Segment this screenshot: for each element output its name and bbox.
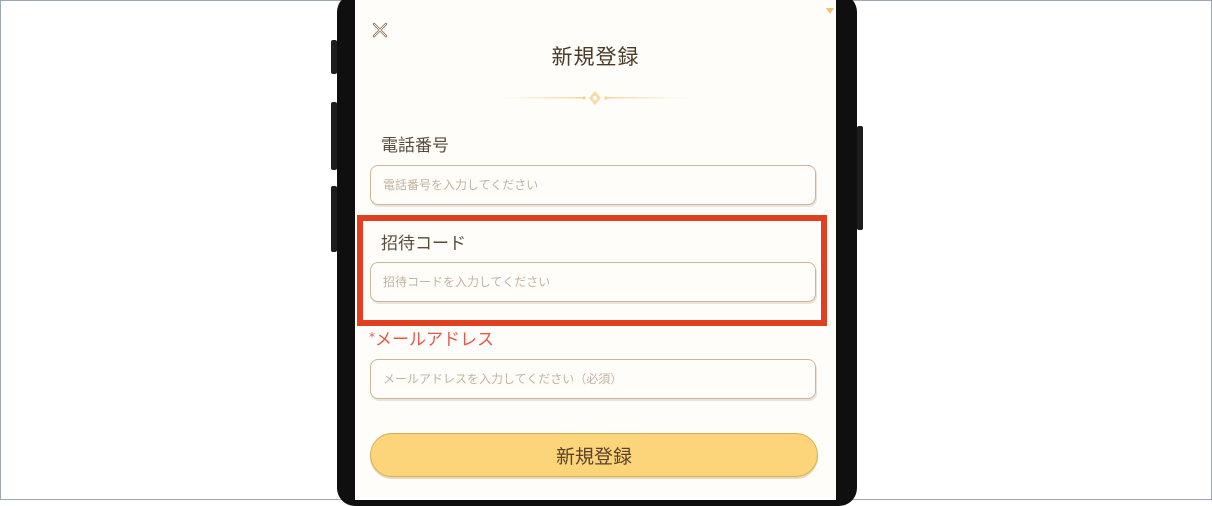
close-icon[interactable] xyxy=(370,20,390,40)
phone-input[interactable] xyxy=(370,165,816,205)
register-button[interactable]: 新規登録 xyxy=(370,433,818,477)
ornament-divider-icon xyxy=(495,91,695,105)
phone-side-button xyxy=(331,186,337,252)
phone-side-button xyxy=(331,40,337,74)
phone-power-button xyxy=(857,126,863,230)
email-label: *メールアドレス xyxy=(369,325,494,350)
signup-modal: 新規登録 電話番号 招待コード *メールアドレス 新規登録 xyxy=(355,0,836,500)
phone-side-button xyxy=(331,102,337,170)
corner-mark-icon xyxy=(826,8,834,14)
email-input[interactable] xyxy=(370,359,816,399)
page-title: 新規登録 xyxy=(551,45,640,69)
phone-label: 電話番号 xyxy=(381,136,449,156)
invite-code-label: 招待コード xyxy=(381,234,466,254)
email-label-text: メールアドレス xyxy=(375,330,494,350)
invite-code-input[interactable] xyxy=(370,262,816,302)
